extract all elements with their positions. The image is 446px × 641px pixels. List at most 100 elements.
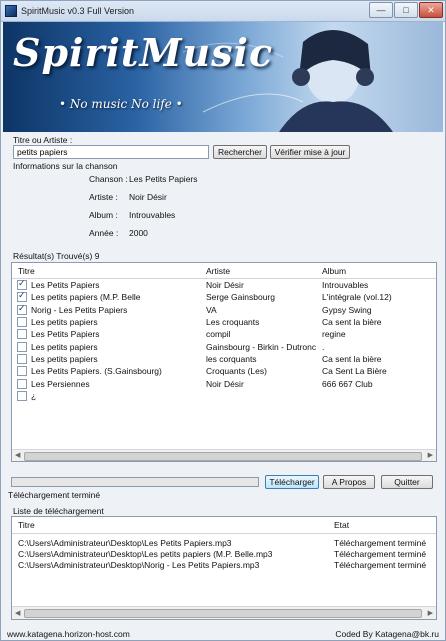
- download-list-table: Titre Etat C:\Users\Administrateur\Deskt…: [11, 516, 437, 620]
- title-cell: Les petits papiers: [12, 353, 200, 364]
- title-cell: Les Petits Papiers. (S.Gainsbourg): [12, 366, 200, 377]
- quit-button[interactable]: Quitter: [381, 475, 433, 489]
- info-key: Chanson :: [89, 174, 128, 184]
- song-album: regine: [322, 329, 346, 340]
- list-item[interactable]: C:\Users\Administrateur\Desktop\Norig - …: [12, 559, 436, 570]
- scrollbar-thumb[interactable]: [24, 452, 422, 461]
- about-button[interactable]: A Propos: [323, 475, 375, 489]
- row-checkbox[interactable]: [17, 366, 27, 377]
- song-artist: Gainsbourg - Birkin - Dutronc: [206, 341, 316, 352]
- download-state: Téléchargement terminé: [334, 537, 427, 548]
- info-row-album: Album : Introuvables: [89, 210, 175, 220]
- banner-logo: SpiritMusic: [13, 30, 274, 75]
- table-row[interactable]: Norig - Les Petits Papiers VA Gypsy Swing: [12, 304, 436, 316]
- download-state: Téléchargement terminé: [334, 548, 427, 559]
- results-table: Titre Artiste Album Les Petits Papiers No…: [11, 262, 437, 462]
- info-key: Artiste :: [89, 192, 118, 202]
- results-horizontal-scrollbar[interactable]: ◀ ▶: [12, 449, 436, 461]
- download-button[interactable]: Télécharger: [265, 475, 319, 489]
- row-checkbox[interactable]: [17, 329, 27, 340]
- info-row-year: Année : 2000: [89, 228, 148, 238]
- download-list-label: Liste de téléchargement: [13, 506, 104, 516]
- row-checkbox[interactable]: [17, 353, 27, 364]
- row-checkbox[interactable]: [17, 390, 27, 401]
- table-row[interactable]: Les petits papiers Gainsbourg - Birkin - …: [12, 340, 436, 352]
- song-album: Ca sent la bière: [322, 353, 382, 364]
- info-value: 2000: [129, 228, 148, 238]
- maximize-icon[interactable]: □: [394, 2, 418, 18]
- table-row[interactable]: Les petits papiers (M.P. Belle Serge Gain…: [12, 291, 436, 303]
- check-update-button[interactable]: Vérifier mise à jour: [270, 145, 350, 159]
- table-row[interactable]: ¿: [12, 390, 436, 402]
- scroll-left-icon[interactable]: ◀: [15, 451, 20, 459]
- download-progress-bar: [11, 477, 259, 487]
- list-item[interactable]: C:\Users\Administrateur\Desktop\Les Peti…: [12, 537, 436, 548]
- scrollbar-thumb[interactable]: [24, 609, 422, 618]
- table-row[interactable]: Les Petits Papiers compil regine: [12, 328, 436, 340]
- banner-slogan: • No music No life •: [59, 97, 183, 111]
- info-value: Introuvables: [129, 210, 176, 220]
- scroll-right-icon[interactable]: ▶: [428, 451, 433, 459]
- title-cell: Norig - Les Petits Papiers: [12, 304, 200, 315]
- song-title: Les petits papiers: [31, 353, 98, 364]
- song-artist: VA: [206, 304, 217, 315]
- song-album: Ca Sent La Bière: [322, 366, 387, 377]
- song-album: Gypsy Swing: [322, 304, 372, 315]
- song-artist: les corquants: [206, 353, 257, 364]
- column-header-path[interactable]: Titre: [12, 520, 330, 530]
- row-checkbox[interactable]: [17, 317, 27, 328]
- song-album: Introuvables: [322, 280, 369, 291]
- row-checkbox[interactable]: [17, 341, 27, 352]
- search-label: Titre ou Artiste :: [13, 135, 73, 145]
- song-album: L'intégrale (vol.12): [322, 292, 392, 303]
- song-artist: Serge Gainsbourg: [206, 292, 275, 303]
- table-row[interactable]: Les Persiennes Noir Désir 666 667 Club: [12, 377, 436, 389]
- column-header-album[interactable]: Album: [316, 266, 436, 276]
- app-icon: [5, 5, 17, 17]
- table-row[interactable]: Les Petits Papiers Noir Désir Introuvables: [12, 279, 436, 291]
- row-checkbox[interactable]: [17, 280, 27, 291]
- status-text: Téléchargement terminé: [8, 490, 101, 500]
- row-checkbox[interactable]: [17, 378, 27, 389]
- info-key: Année :: [89, 228, 119, 238]
- table-row[interactable]: Les petits papiers Les croquants Ca sent l…: [12, 316, 436, 328]
- info-row-song: Chanson :Les Petits Papiers: [89, 174, 198, 184]
- row-checkbox[interactable]: [17, 304, 27, 315]
- song-artist: Croquants (Les): [206, 366, 267, 377]
- download-list-horizontal-scrollbar[interactable]: ◀ ▶: [12, 606, 436, 619]
- title-cell: Les Petits Papiers: [12, 329, 200, 340]
- list-item[interactable]: C:\Users\Administrateur\Desktop\Les peti…: [12, 548, 436, 559]
- info-value: Les Petits Papiers: [129, 174, 198, 184]
- title-cell: Les petits papiers: [12, 317, 200, 328]
- info-key: Album :: [89, 210, 118, 220]
- song-artist: Noir Désir: [206, 378, 244, 389]
- table-row[interactable]: Les petits papiers les corquants Ca sent l…: [12, 353, 436, 365]
- title-cell: ¿: [12, 390, 200, 401]
- table-row[interactable]: Les Petits Papiers. (S.Gainsbourg) Croqua…: [12, 365, 436, 377]
- song-title: Les Petits Papiers: [31, 329, 100, 340]
- song-artist: Noir Désir: [206, 280, 244, 291]
- download-list-header: Titre Etat: [12, 517, 436, 534]
- scroll-right-icon[interactable]: ▶: [428, 609, 433, 617]
- search-input[interactable]: [13, 145, 209, 159]
- title-bar[interactable]: SpiritMusic v0.3 Full Version — □ ✕: [1, 1, 445, 22]
- file-path: C:\Users\Administrateur\Desktop\Les peti…: [18, 548, 273, 559]
- column-header-artist[interactable]: Artiste: [200, 266, 316, 276]
- info-value: Noir Désir: [129, 192, 167, 202]
- scroll-left-icon[interactable]: ◀: [15, 609, 20, 617]
- song-artist: Les croquants: [206, 317, 260, 328]
- song-artist: compil: [206, 329, 231, 340]
- minimize-icon[interactable]: —: [369, 2, 393, 18]
- search-button[interactable]: Rechercher: [213, 145, 267, 159]
- footer-credit: Coded By Katagena@bk.ru: [335, 629, 439, 639]
- download-state: Téléchargement terminé: [334, 559, 427, 570]
- column-header-state[interactable]: Etat: [330, 520, 436, 530]
- close-icon[interactable]: ✕: [419, 2, 443, 18]
- row-checkbox[interactable]: [17, 292, 27, 303]
- window-controls: — □ ✕: [369, 2, 443, 18]
- column-header-title[interactable]: Titre: [12, 266, 200, 276]
- title-cell: Les Persiennes: [12, 378, 200, 389]
- footer-website: www.katagena.horizon-host.com: [7, 629, 130, 639]
- title-cell: Les petits papiers: [12, 341, 200, 352]
- song-title: Les petits papiers: [31, 341, 98, 352]
